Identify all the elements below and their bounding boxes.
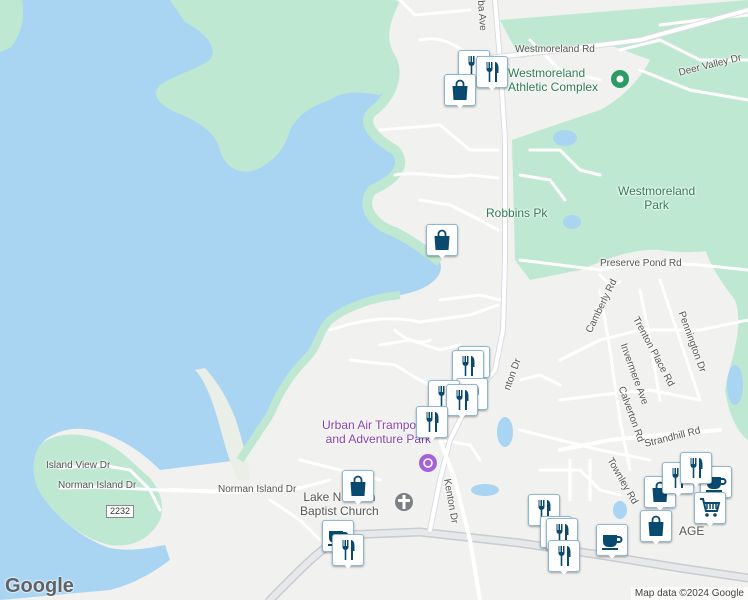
restaurant-icon: [426, 412, 439, 432]
map-marker-restaurant[interactable]: [332, 534, 364, 570]
map-marker-shopping[interactable]: [342, 470, 374, 506]
label-westmoreland-rd: Westmoreland Rd: [515, 44, 595, 55]
map-marker-shopping[interactable]: [640, 510, 672, 546]
map-marker-restaurant[interactable]: [416, 406, 448, 442]
map-marker-restaurant[interactable]: [476, 56, 508, 92]
church-icon: [395, 493, 413, 511]
map-marker-restaurant[interactable]: [680, 452, 712, 488]
map-marker-restaurant[interactable]: [548, 540, 580, 576]
cart-icon: [700, 498, 721, 517]
shopping-icon: [350, 475, 366, 496]
restaurant-icon: [456, 390, 469, 410]
label-norman-island-dr-east: Norman Island Dr: [218, 484, 297, 495]
pond-4: [471, 484, 499, 496]
park-pin-icon: [611, 70, 629, 88]
map-marker-cafe[interactable]: [596, 524, 628, 560]
map-marker-shopping[interactable]: [444, 74, 476, 110]
label-westmoreland-park: Westmoreland Park: [618, 184, 696, 212]
amusement-icon: [419, 454, 437, 472]
map-marker-shopping[interactable]: [426, 224, 458, 260]
restaurant-icon: [342, 540, 355, 560]
label-preserve-pond-rd: Preserve Pond Rd: [600, 258, 682, 269]
label-cuba-ave: ba Ave: [475, 0, 489, 32]
restaurant-icon: [462, 356, 475, 376]
cafe-icon: [602, 535, 623, 550]
restaurant-icon: [690, 458, 703, 478]
map-attribution[interactable]: Map data ©2024 Google: [630, 587, 748, 600]
label-robbins-pk: Robbins Pk: [486, 206, 548, 220]
map-marker-restaurant[interactable]: [446, 384, 478, 420]
restaurant-icon: [486, 62, 499, 82]
route-shield-2232: 2232: [106, 505, 135, 518]
pond-1: [553, 130, 577, 146]
pond-3: [497, 417, 513, 447]
pond-5: [727, 365, 743, 405]
shopping-icon: [452, 79, 468, 100]
pond-2: [563, 215, 581, 229]
pond-6: [613, 501, 627, 519]
google-logo[interactable]: Google: [5, 575, 74, 598]
label-westmoreland-athletic-complex: Westmoreland Athletic Complex: [508, 66, 599, 94]
map-marker-cart[interactable]: [694, 492, 726, 528]
restaurant-icon: [558, 546, 571, 566]
label-norman-island-dr-west: Norman Island Dr: [58, 480, 137, 491]
shopping-icon: [434, 229, 450, 250]
label-island-view-dr: Island View Dr: [46, 460, 111, 471]
shopping-icon: [648, 515, 664, 536]
